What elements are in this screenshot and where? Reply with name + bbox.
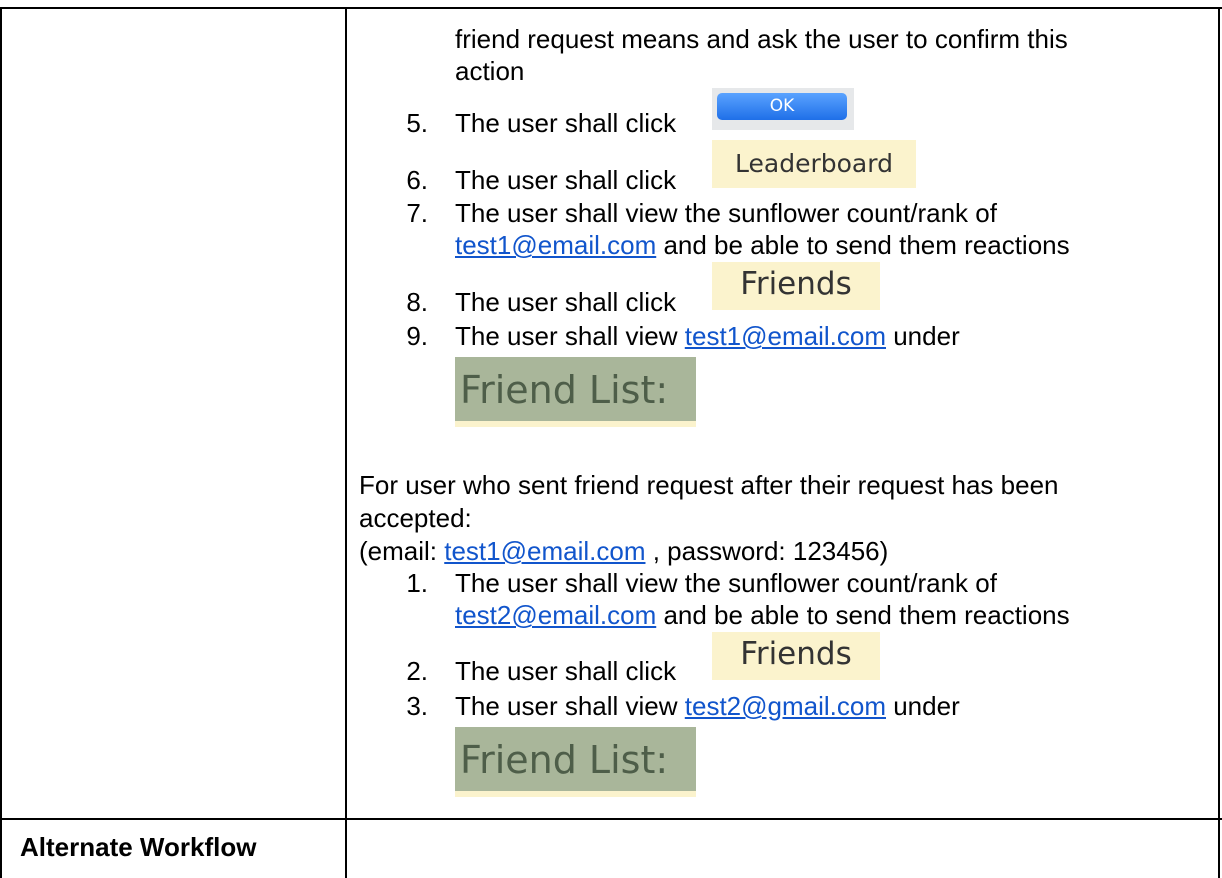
friend-list-label-screenshot: Friend List:: [455, 727, 696, 797]
step-number: 7.: [406, 198, 428, 228]
step-text-after: and be able to send them reactions: [656, 230, 1070, 260]
step-text-after: under: [886, 691, 960, 721]
step-text-continued: test1@email.com and be able to send them…: [455, 230, 1070, 261]
step-number: 6.: [406, 165, 428, 195]
friend-list-underline: [455, 791, 696, 797]
step-number: 2.: [406, 656, 428, 686]
credentials-line: (email: test1@email.com , password: 1234…: [359, 536, 888, 567]
step-number: 8.: [406, 287, 428, 317]
step-text-after: under: [886, 321, 960, 351]
step-number: 5.: [406, 108, 428, 138]
table-row-divider: [0, 818, 1222, 820]
step-number: 3.: [406, 691, 428, 721]
table-border-right: [1218, 7, 1220, 878]
friends-button-label: Friends: [740, 636, 852, 672]
friend-list-underline: [455, 421, 696, 427]
step-text: The user shall click: [455, 287, 677, 317]
credentials-prefix: (email:: [359, 536, 445, 566]
email-link[interactable]: test2@gmail.com: [685, 691, 886, 721]
section-heading-line-1: For user who sent friend request after t…: [359, 470, 1059, 500]
friends-button-label: Friends: [740, 266, 852, 302]
email-link[interactable]: test1@email.com: [455, 230, 656, 260]
email-link[interactable]: test1@email.com: [444, 536, 645, 566]
step-text: The user shall view test2@gmail.com unde…: [455, 691, 960, 722]
step-text-after: and be able to send them reactions: [656, 600, 1070, 630]
continuation-line-1: friend request means and ask the user to…: [455, 24, 1068, 54]
step-text-before: The user shall view: [455, 691, 685, 721]
step-text: The user shall click: [455, 656, 677, 686]
friends-button-screenshot[interactable]: Friends: [712, 262, 880, 310]
leaderboard-button-screenshot[interactable]: Leaderboard: [712, 140, 916, 188]
table-border-left: [0, 7, 2, 878]
step-text: The user shall view the sunflower count/…: [455, 568, 997, 598]
step-number: 1.: [406, 568, 428, 598]
ok-button[interactable]: OK: [717, 93, 847, 120]
step-text: The user shall view the sunflower count/…: [455, 198, 997, 228]
alternate-workflow-label: Alternate Workflow: [20, 832, 257, 862]
step-text-before: The user shall view: [455, 321, 685, 351]
step-number: 9.: [406, 321, 428, 351]
friend-list-label: Friend List:: [460, 738, 669, 782]
step-text: The user shall click: [455, 108, 677, 138]
continuation-line-2: action: [455, 56, 525, 86]
section-heading-line-2: accepted:: [359, 503, 472, 533]
friend-list-label: Friend List:: [460, 368, 669, 412]
credentials-suffix: , password: 123456): [645, 536, 889, 566]
email-link[interactable]: test2@email.com: [455, 600, 656, 630]
leaderboard-button-label: Leaderboard: [735, 149, 893, 178]
email-link[interactable]: test1@email.com: [685, 321, 886, 351]
friends-button-screenshot[interactable]: Friends: [712, 632, 880, 680]
step-text: The user shall view test1@email.com unde…: [455, 321, 960, 352]
table-column-divider: [345, 7, 347, 878]
ok-button-screenshot: OK: [712, 88, 854, 130]
step-text-continued: test2@email.com and be able to send them…: [455, 600, 1070, 631]
friend-list-label-screenshot: Friend List:: [455, 357, 696, 427]
table-border-top: [0, 7, 1222, 9]
step-text: The user shall click: [455, 165, 677, 195]
